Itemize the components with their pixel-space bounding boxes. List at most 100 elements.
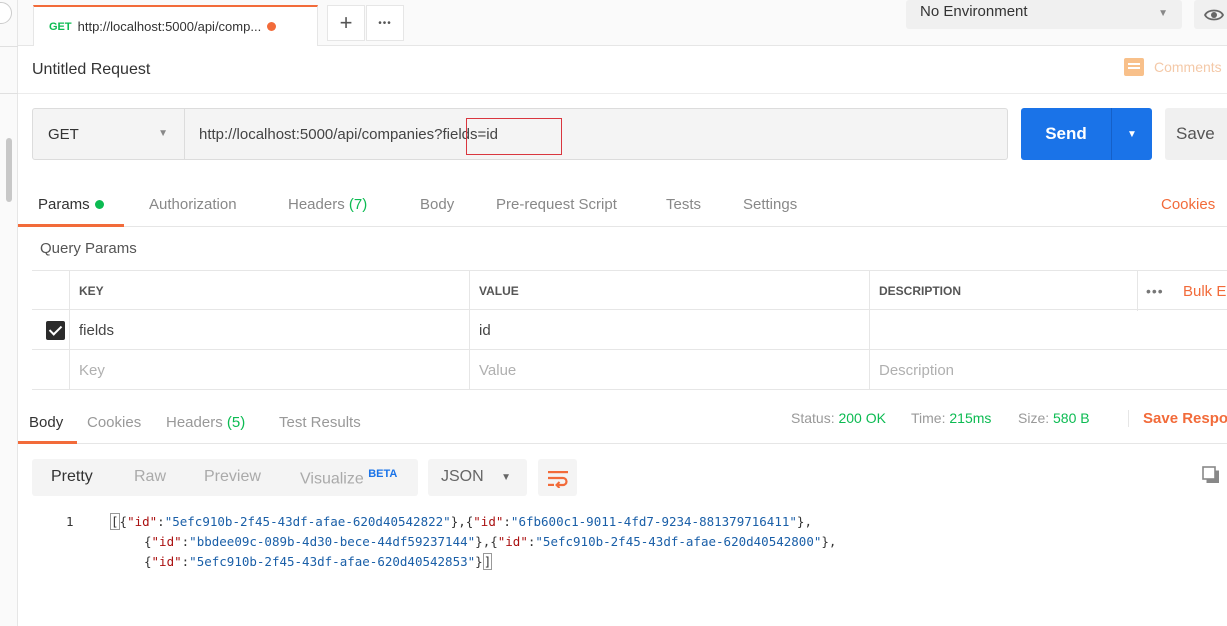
param-value-cell[interactable]: id xyxy=(469,310,869,350)
active-tab-indicator xyxy=(18,441,77,444)
environment-quick-look-button[interactable] xyxy=(1194,0,1227,29)
response-tabs: Body Cookies Headers (5) Test Results St… xyxy=(18,404,1227,444)
size-value: 580 B xyxy=(1053,410,1090,426)
id-value: 5efc910b-2f45-43df-afae-620d40542853 xyxy=(196,554,468,569)
plus-icon: + xyxy=(339,10,353,35)
eye-icon xyxy=(1204,9,1224,20)
wrap-lines-icon xyxy=(547,470,568,488)
format-value: JSON xyxy=(441,468,484,485)
tab-params-label: Params xyxy=(38,196,90,213)
chevron-down-icon: ▼ xyxy=(1158,8,1168,19)
url-base: http://localhost:5000/api/companies? xyxy=(199,125,443,143)
tab-authorization[interactable]: Authorization xyxy=(149,196,237,213)
query-params-table: KEY VALUE DESCRIPTION ••• Bulk Edit fiel… xyxy=(32,270,1227,390)
bulk-edit-link[interactable]: Bulk Edit xyxy=(1183,271,1227,311)
table-header-row: KEY VALUE DESCRIPTION ••• Bulk Edit xyxy=(32,270,1227,311)
response-tab-cookies[interactable]: Cookies xyxy=(87,414,141,431)
response-tab-body[interactable]: Body xyxy=(29,414,63,431)
new-value-input[interactable]: Value xyxy=(469,350,869,390)
time-value: 215ms xyxy=(949,410,992,426)
request-title[interactable]: Untitled Request xyxy=(32,61,150,79)
id-value: 6fb600c1-9011-4fd7-9234-881379716411 xyxy=(518,514,790,529)
tab-url: http://localhost:5000/api/comp... xyxy=(77,19,262,34)
id-value: 5efc910b-2f45-43df-afae-620d40542800 xyxy=(542,534,814,549)
response-tab-headers[interactable]: Headers (5) xyxy=(166,414,245,431)
tab-tests[interactable]: Tests xyxy=(666,196,701,213)
environment-select[interactable]: No Environment ▼ xyxy=(906,0,1182,29)
visualize-label: Visualize xyxy=(300,470,364,488)
view-preview-button[interactable]: Preview xyxy=(204,468,261,486)
bracket-match: [ xyxy=(110,513,120,530)
collapsed-sidebar-icon[interactable] xyxy=(0,2,12,24)
new-tab-button[interactable]: + xyxy=(327,5,365,41)
active-dot-icon xyxy=(94,200,104,209)
query-params-heading: Query Params xyxy=(40,240,137,257)
size-label: Size: xyxy=(1018,410,1050,426)
column-header-description: DESCRIPTION xyxy=(869,271,1137,311)
chevron-down-icon: ▼ xyxy=(501,472,511,483)
headers-count: (7) xyxy=(348,196,368,213)
ellipsis-icon: ••• xyxy=(378,17,392,29)
response-headers-label: Headers xyxy=(166,414,223,431)
view-raw-button[interactable]: Raw xyxy=(134,468,166,486)
code-line: {"id":"5efc910b-2f45-43df-afae-620d40542… xyxy=(144,553,493,570)
table-row: fields id xyxy=(32,310,1227,350)
scrollbar-thumb[interactable] xyxy=(6,138,12,202)
send-label: Send xyxy=(1045,124,1087,143)
id-value: bbdee09c-089b-4d30-bece-44df59237144 xyxy=(196,534,468,549)
divider xyxy=(18,93,1227,94)
new-key-input[interactable]: Key xyxy=(69,350,469,390)
column-header-value: VALUE xyxy=(469,271,869,311)
id-value: 5efc910b-2f45-43df-afae-620d40542822 xyxy=(172,514,444,529)
code-line: {"id":"bbdee09c-089b-4d30-bece-44df59237… xyxy=(144,534,837,549)
send-button[interactable]: Send ▼ xyxy=(1021,108,1152,160)
send-options-chevron-down-icon[interactable]: ▼ xyxy=(1112,129,1152,140)
param-description-cell[interactable] xyxy=(869,310,1227,350)
response-time[interactable]: Time: 215ms xyxy=(911,410,991,426)
request-tab-bar: GET http://localhost:5000/api/comp... + … xyxy=(18,0,1227,46)
url-input[interactable]: http://localhost:5000/api/companies? fiel… xyxy=(185,109,1007,159)
wrap-lines-button[interactable] xyxy=(538,459,577,496)
view-pretty-button[interactable]: Pretty xyxy=(51,468,93,486)
bracket-match: ] xyxy=(482,553,493,570)
response-tab-test-results[interactable]: Test Results xyxy=(279,414,361,431)
save-button[interactable]: Save xyxy=(1165,108,1227,160)
status-value: 200 OK xyxy=(838,410,886,426)
copy-icon[interactable] xyxy=(1202,466,1220,484)
tab-headers-label: Headers xyxy=(288,196,345,213)
tab-method: GET xyxy=(49,20,72,33)
tab-settings[interactable]: Settings xyxy=(743,196,797,213)
chevron-down-icon: ▼ xyxy=(158,128,168,139)
comments-button[interactable]: Comments xyxy=(1124,58,1222,76)
tab-body[interactable]: Body xyxy=(420,196,454,213)
new-description-input[interactable]: Description xyxy=(869,350,1227,390)
row-enabled-checkbox[interactable] xyxy=(46,321,65,340)
active-tab-indicator xyxy=(18,224,124,227)
table-row-new: Key Value Description xyxy=(32,350,1227,390)
annotation-highlight-box xyxy=(466,118,562,155)
line-number: 1 xyxy=(66,514,74,529)
response-size[interactable]: Size: 580 B xyxy=(1018,410,1090,426)
comments-label: Comments xyxy=(1154,59,1222,75)
tab-options-button[interactable]: ••• xyxy=(366,5,404,41)
beta-badge: BETA xyxy=(368,468,398,480)
column-header-key: KEY xyxy=(69,271,469,311)
tab-pre-request-script[interactable]: Pre-request Script xyxy=(496,196,617,213)
param-key-cell[interactable]: fields xyxy=(69,310,469,350)
table-options-ellipsis-icon[interactable]: ••• xyxy=(1146,271,1164,311)
response-status[interactable]: Status: 200 OK xyxy=(791,410,886,426)
view-visualize-button[interactable]: Visualize BETA xyxy=(300,468,397,488)
left-edge-panel xyxy=(0,0,18,626)
status-label: Status: xyxy=(791,410,835,426)
tab-params[interactable]: Params xyxy=(38,196,104,213)
save-response-button[interactable]: Save Response xyxy=(1128,410,1227,427)
cookies-link[interactable]: Cookies xyxy=(1161,196,1215,213)
request-tab[interactable]: GET http://localhost:5000/api/comp... xyxy=(33,5,318,46)
save-label: Save xyxy=(1176,124,1215,143)
unsaved-dot-icon xyxy=(267,22,277,31)
response-format-select[interactable]: JSON ▼ xyxy=(428,459,527,496)
method-select[interactable]: GET ▼ xyxy=(33,109,185,159)
request-tabs: Params Authorization Headers (7) Body Pr… xyxy=(18,184,1227,227)
tab-headers[interactable]: Headers (7) xyxy=(288,196,367,213)
response-view-mode-group: Pretty Raw Preview Visualize BETA xyxy=(32,459,418,496)
